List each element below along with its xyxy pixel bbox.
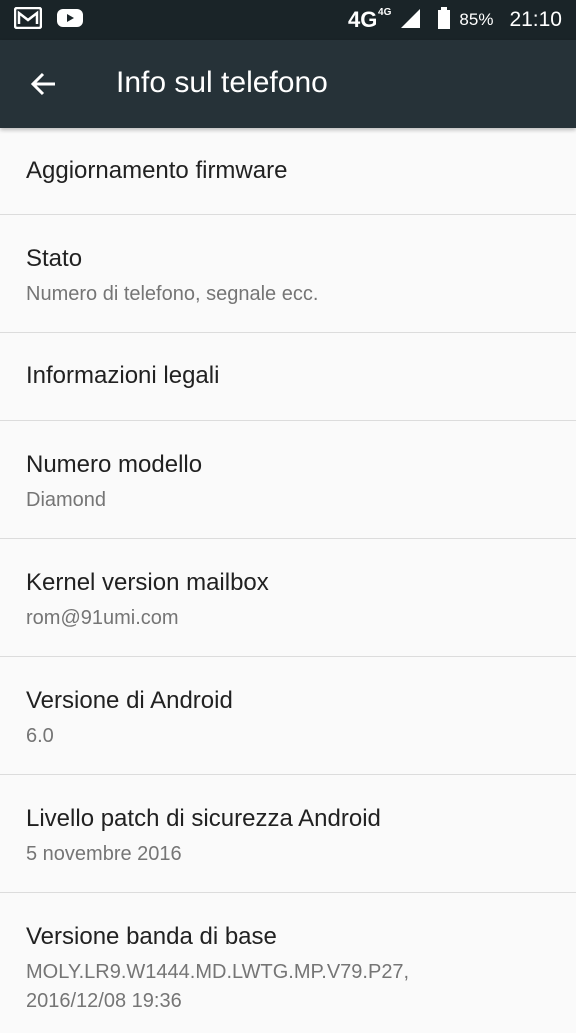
list-item-legal-info[interactable]: Informazioni legali [0,333,576,421]
clock: 21:10 [509,8,562,31]
item-summary: 6.0 [26,725,54,747]
item-summary: Numero di telefono, segnale ecc. [26,283,319,305]
arrow-back-icon[interactable] [28,68,60,100]
list-item-kernel-mailbox: Kernel version mailbox rom@91umi.com [0,539,576,657]
page-title: Info sul telefono [116,66,328,99]
item-title: Kernel version mailbox [26,569,269,596]
settings-list: Aggiornamento firmware Stato Numero di t… [0,128,576,1033]
status-bar: 4G 4G 85% 21:10 [0,0,576,40]
item-summary: 5 novembre 2016 [26,843,182,865]
item-summary: Diamond [26,489,107,511]
battery-icon [437,6,451,34]
item-summary-line2: 2016/12/08 19:36 [26,990,182,1012]
list-item-baseband-version: Versione banda di base MOLY.LR9.W1444.MD… [0,893,576,1033]
list-item-firmware-update[interactable]: Aggiornamento firmware [0,128,576,215]
gmail-icon [13,6,43,34]
list-item-android-version[interactable]: Versione di Android 6.0 [0,657,576,775]
list-item-security-patch: Livello patch di sicurezza Android 5 nov… [0,775,576,893]
item-title: Livello patch di sicurezza Android [26,805,381,832]
item-title: Informazioni legali [26,362,220,389]
item-title: Aggiornamento firmware [26,157,288,184]
item-summary: rom@91umi.com [26,607,179,629]
list-item-status[interactable]: Stato Numero di telefono, segnale ecc. [0,215,576,333]
youtube-icon [56,7,84,34]
item-title: Versione banda di base [26,923,277,950]
item-title: Numero modello [26,451,203,478]
network-type: 4G 4G [348,7,392,32]
battery-percentage: 85% [459,10,494,29]
item-title: Stato [26,245,83,272]
app-bar: Info sul telefono [0,40,576,128]
item-summary-line1: MOLY.LR9.W1444.MD.LWTG.MP.V79.P27, [26,961,410,983]
list-item-model-number: Numero modello Diamond [0,421,576,539]
item-title: Versione di Android [26,687,233,714]
signal-icon [399,7,421,34]
